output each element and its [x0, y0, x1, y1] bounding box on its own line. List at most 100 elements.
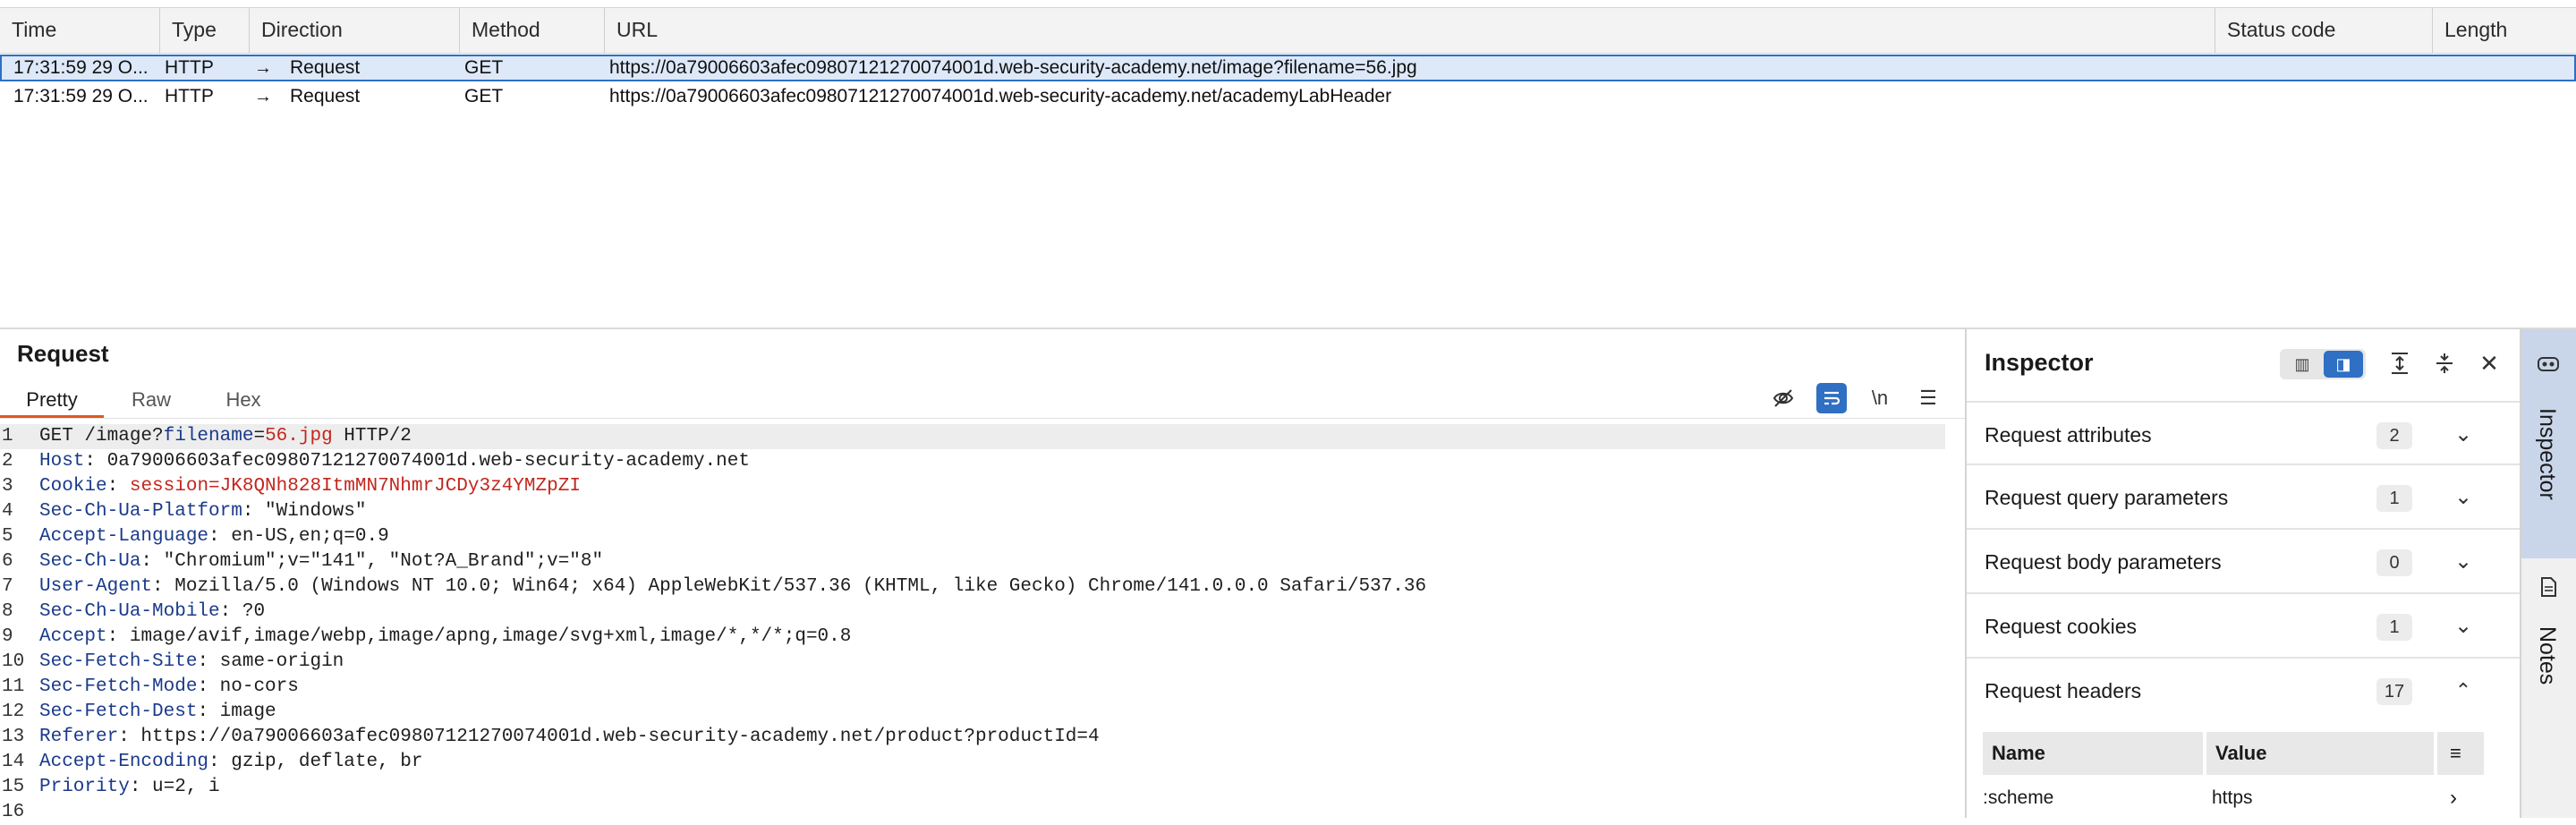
request-editor[interactable]: 1 GET /image?filename=56.jpg HTTP/2 2 Host… — [0, 424, 1965, 825]
row-url: https://0a79006603afec09807121270074001d… — [609, 57, 1417, 78]
code-line: 3 Cookie: session=JK8QNh828ItmMN7NhmrJCDy… — [0, 474, 1965, 499]
layout-horizontal-icon[interactable]: ▥ — [2283, 351, 2322, 378]
row-time: 17:31:59 29 O... — [13, 57, 149, 78]
arrow-right-icon: → — [254, 87, 272, 106]
chevron-up-icon[interactable]: ⌃ — [2450, 659, 2477, 723]
inspector-panel: Inspector ▥ ◨ ✕ Request attributes 2 ⌄ R… — [1965, 329, 2520, 818]
column-header-direction[interactable]: Direction — [250, 8, 460, 53]
line-number: 7 — [2, 576, 13, 597]
code-line: 8 Sec-Ch-Ua-Mobile: ?0 — [0, 600, 1965, 625]
hide-icon[interactable] — [1768, 383, 1798, 413]
column-header-length[interactable]: Length — [2433, 8, 2576, 53]
line-number: 16 — [2, 802, 25, 822]
rail-tab-notes[interactable]: Notes — [2521, 576, 2576, 693]
expand-all-icon[interactable] — [2384, 347, 2416, 379]
history-table-header: Time Type Direction Method URL Status co… — [0, 7, 2576, 54]
code-line: 2 Host: 0a79006603afec09807121270074001d.… — [0, 449, 1965, 474]
request-panel: Request Pretty Raw Hex \n ☰ 1 GET /image?… — [0, 329, 1965, 822]
column-header-time[interactable]: Time — [0, 8, 160, 53]
code-line: 10 Sec-Fetch-Site: same-origin — [0, 650, 1965, 675]
column-header-type[interactable]: Type — [160, 8, 250, 53]
code-line: 1 GET /image?filename=56.jpg HTTP/2 — [0, 424, 1945, 449]
code-line: 12 Sec-Fetch-Dest: image — [0, 700, 1965, 725]
count-badge: 1 — [2376, 614, 2412, 641]
tab-hex[interactable]: Hex — [199, 383, 288, 419]
row-method: GET — [464, 57, 504, 78]
section-request-query-parameters[interactable]: Request query parameters 1 ⌄ — [1967, 465, 2520, 530]
tab-divider — [0, 418, 1965, 419]
inspector-title: Inspector — [1985, 349, 2094, 376]
count-badge: 2 — [2376, 422, 2412, 449]
row-type: HTTP — [165, 86, 214, 106]
column-header-url[interactable]: URL — [605, 8, 2215, 53]
layout-vertical-icon[interactable]: ◨ — [2324, 351, 2363, 378]
chevron-down-icon[interactable]: ⌄ — [2450, 465, 2477, 530]
code-line: 11 Sec-Fetch-Mode: no-cors — [0, 675, 1965, 700]
rail-label: Notes — [2535, 626, 2560, 685]
row-time: 17:31:59 29 O... — [13, 86, 149, 106]
wrap-icon[interactable]: ≡ — [2437, 732, 2484, 775]
chevron-down-icon[interactable]: ⌄ — [2450, 594, 2477, 659]
code-line: 14 Accept-Encoding: gzip, deflate, br — [0, 750, 1965, 775]
column-header-name[interactable]: Name — [1983, 732, 2205, 775]
row-method: GET — [464, 86, 504, 106]
row-direction: → Request — [254, 83, 360, 110]
section-request-attributes[interactable]: Request attributes 2 ⌄ — [1967, 401, 2520, 465]
rail-label: Inspector — [2535, 408, 2560, 500]
row-url: https://0a79006603afec09807121270074001d… — [609, 86, 1392, 106]
section-label: Request body parameters — [1985, 550, 2222, 574]
code-line: 16 — [0, 800, 1965, 825]
notes-icon — [2534, 576, 2563, 603]
line-number: 8 — [2, 601, 13, 622]
line-number: 6 — [2, 551, 13, 572]
word-wrap-icon[interactable] — [1816, 383, 1847, 413]
menu-icon[interactable]: ☰ — [1913, 383, 1943, 413]
code-line: 7 User-Agent: Mozilla/5.0 (Windows NT 10.… — [0, 574, 1965, 600]
arrow-right-icon: → — [254, 58, 272, 78]
code-line: 4 Sec-Ch-Ua-Platform: "Windows" — [0, 499, 1965, 524]
line-number: 5 — [2, 526, 13, 547]
message-history-table: Time Type Direction Method URL Status co… — [0, 0, 2576, 329]
column-header-value[interactable]: Value — [2206, 732, 2436, 775]
line-number: 13 — [2, 727, 25, 747]
section-request-cookies[interactable]: Request cookies 1 ⌄ — [1967, 594, 2520, 659]
line-number: 12 — [2, 702, 25, 722]
rail-tab-inspector[interactable]: Inspector — [2521, 329, 2576, 558]
line-number: 14 — [2, 752, 25, 772]
collapse-all-icon[interactable] — [2428, 347, 2461, 379]
history-row[interactable]: 17:31:59 29 O... HTTP → Request GET https… — [0, 83, 2576, 110]
history-row-selected[interactable]: 17:31:59 29 O... HTTP → Request GET https… — [0, 55, 2576, 81]
line-number: 10 — [2, 651, 25, 672]
section-label: Request headers — [1985, 679, 2142, 702]
header-row-value: https — [2212, 787, 2253, 808]
line-number: 4 — [2, 501, 13, 522]
chevron-down-icon[interactable]: ⌄ — [2450, 403, 2477, 467]
close-icon[interactable]: ✕ — [2473, 347, 2505, 379]
section-label: Request cookies — [1985, 615, 2138, 638]
side-rail: Inspector Notes — [2520, 329, 2576, 818]
code-line: 9 Accept: image/avif,image/webp,image/apn… — [0, 625, 1965, 650]
line-number: 15 — [2, 777, 25, 797]
line-number: 11 — [2, 676, 25, 697]
header-row-name: :scheme — [1983, 787, 2054, 808]
column-header-method[interactable]: Method — [460, 8, 605, 53]
code-line: 5 Accept-Language: en-US,en;q=0.9 — [0, 524, 1965, 549]
line-number: 3 — [2, 476, 13, 497]
newline-toggle-icon[interactable]: \n — [1865, 383, 1895, 413]
count-badge: 17 — [2376, 678, 2412, 705]
section-request-body-parameters[interactable]: Request body parameters 0 ⌄ — [1967, 530, 2520, 594]
column-header-status-code[interactable]: Status code — [2215, 8, 2433, 53]
tab-raw[interactable]: Raw — [104, 383, 199, 419]
row-type: HTTP — [165, 57, 214, 78]
code-line: 13 Referer: https://0a79006603afec0980712… — [0, 725, 1965, 750]
chevron-down-icon[interactable]: ⌄ — [2450, 530, 2477, 594]
chevron-right-icon[interactable]: › — [2450, 782, 2457, 814]
count-badge: 1 — [2376, 485, 2412, 512]
code-line: 6 Sec-Ch-Ua: "Chromium";v="141", "Not?A_B… — [0, 549, 1965, 574]
layout-toggle: ▥ ◨ — [2280, 349, 2366, 379]
section-label: Request attributes — [1985, 423, 2152, 447]
line-number: 2 — [2, 451, 13, 472]
section-request-headers[interactable]: Request headers 17 ⌃ — [1967, 659, 2520, 723]
line-number: 9 — [2, 626, 13, 647]
tab-pretty[interactable]: Pretty — [0, 383, 104, 419]
